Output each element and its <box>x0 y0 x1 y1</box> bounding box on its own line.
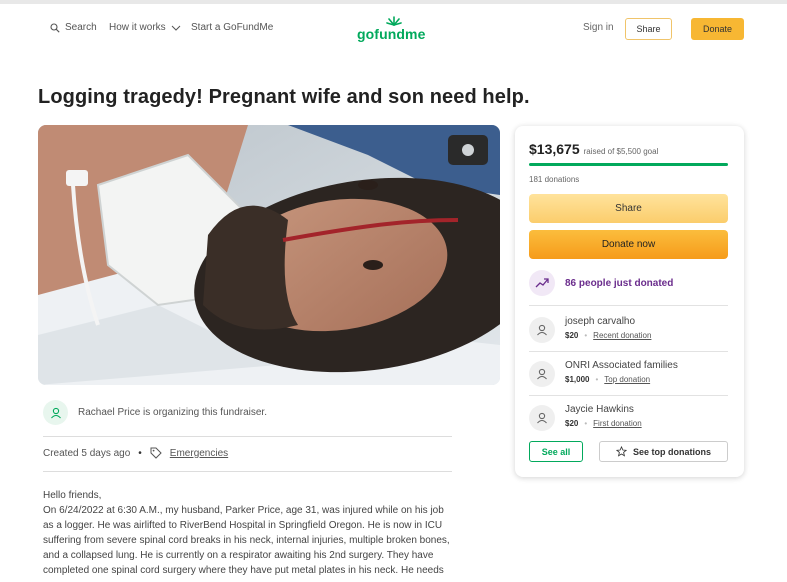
category-link[interactable]: Emergencies <box>170 448 228 459</box>
sprout-icon <box>386 16 402 26</box>
donate-now-button[interactable]: Donate now <box>529 230 728 259</box>
divider <box>43 436 452 437</box>
meta-separator: • <box>138 447 142 459</box>
share-button[interactable]: Share <box>529 194 728 223</box>
how-it-works-menu[interactable]: How it works <box>109 22 181 33</box>
divider <box>43 471 452 472</box>
trend-text: 86 people just donated <box>565 277 674 289</box>
search-label: Search <box>65 22 97 33</box>
campaign-story: Hello friends, On 6/24/2022 at 6:30 A.M.… <box>43 488 458 578</box>
donor-avatar-icon <box>529 317 555 343</box>
tag-icon <box>150 447 162 459</box>
search-link[interactable]: Search <box>50 22 97 33</box>
donor-tag-link[interactable]: Top donation <box>604 375 650 384</box>
donor-item: joseph carvalho $20 • Recent donation <box>529 315 651 343</box>
donor-avatar-icon <box>529 361 555 387</box>
donor-item: ONRI Associated families $1,000 • Top do… <box>529 359 678 387</box>
card-divider <box>529 395 728 396</box>
chevron-down-icon <box>171 25 181 31</box>
header-share-button[interactable]: Share <box>625 18 672 40</box>
story-line: completed one spinal cord surgery where … <box>43 565 444 576</box>
donor-separator: • <box>595 375 599 384</box>
campaign-photo[interactable] <box>38 125 500 385</box>
raised-amount: $13,675 <box>529 141 580 157</box>
person-icon <box>50 407 61 418</box>
donation-card: $13,675 raised of $5,500 goal 181 donati… <box>515 126 744 477</box>
story-line: and a collapsed lung. He is currently on… <box>43 550 434 561</box>
story-line: On 6/24/2022 at 6:30 A.M., my husband, P… <box>43 505 444 516</box>
organizer-avatar <box>43 400 68 425</box>
logo-text: gofundme <box>357 26 426 42</box>
start-gofundme-link[interactable]: Start a GoFundMe <box>191 22 273 33</box>
organizer-row: Rachael Price is organizing this fundrai… <box>43 400 267 425</box>
created-date: Created 5 days ago <box>43 447 131 459</box>
header-donate-button[interactable]: Donate <box>691 18 744 40</box>
progress-bar <box>529 163 728 166</box>
donor-avatar-icon <box>529 405 555 431</box>
trending-up-icon <box>529 270 555 296</box>
story-line: Hello friends, <box>43 490 102 501</box>
story-line: suffering from severe spinal cord breaks… <box>43 535 450 546</box>
sign-in-link[interactable]: Sign in <box>583 22 614 33</box>
star-icon <box>615 446 627 457</box>
see-top-donations-button[interactable]: See top donations <box>599 441 728 462</box>
donor-tag-link[interactable]: Recent donation <box>593 331 651 340</box>
campaign-meta: Created 5 days ago • Emergencies <box>43 447 228 459</box>
progress-fill <box>529 163 728 166</box>
see-all-button[interactable]: See all <box>529 441 583 462</box>
card-divider <box>529 351 728 352</box>
donor-name: Jaycie Hawkins <box>565 404 634 415</box>
donor-amount: $1,000 <box>565 375 590 384</box>
donor-separator: • <box>584 419 588 428</box>
campaign-photo-image <box>38 125 500 385</box>
story-line: as a logger. He was airlifted to RiverBe… <box>43 520 443 531</box>
page-title: Logging tragedy! Pregnant wife and son n… <box>38 86 530 108</box>
raised-summary: $13,675 raised of $5,500 goal <box>529 141 658 157</box>
donor-name: joseph carvalho <box>565 316 636 327</box>
goal-text: raised of $5,500 goal <box>583 147 659 156</box>
donor-item: Jaycie Hawkins $20 • First donation <box>529 403 642 431</box>
organizer-text: Rachael Price is organizing this fundrai… <box>78 407 267 418</box>
site-header: Search How it works Start a GoFundMe gof… <box>0 4 787 56</box>
donor-amount: $20 <box>565 419 579 428</box>
donation-count: 181 donations <box>529 175 580 184</box>
donor-separator: • <box>584 331 588 340</box>
trend-row: 86 people just donated <box>529 270 673 296</box>
how-it-works-label: How it works <box>109 22 166 33</box>
donor-tag-link[interactable]: First donation <box>593 419 641 428</box>
donor-name: ONRI Associated families <box>565 360 678 371</box>
card-divider <box>529 305 728 306</box>
search-icon <box>50 22 60 33</box>
donor-amount: $20 <box>565 331 579 340</box>
see-top-donations-label: See top donations <box>632 446 711 457</box>
gofundme-logo[interactable]: gofundme <box>357 16 427 46</box>
